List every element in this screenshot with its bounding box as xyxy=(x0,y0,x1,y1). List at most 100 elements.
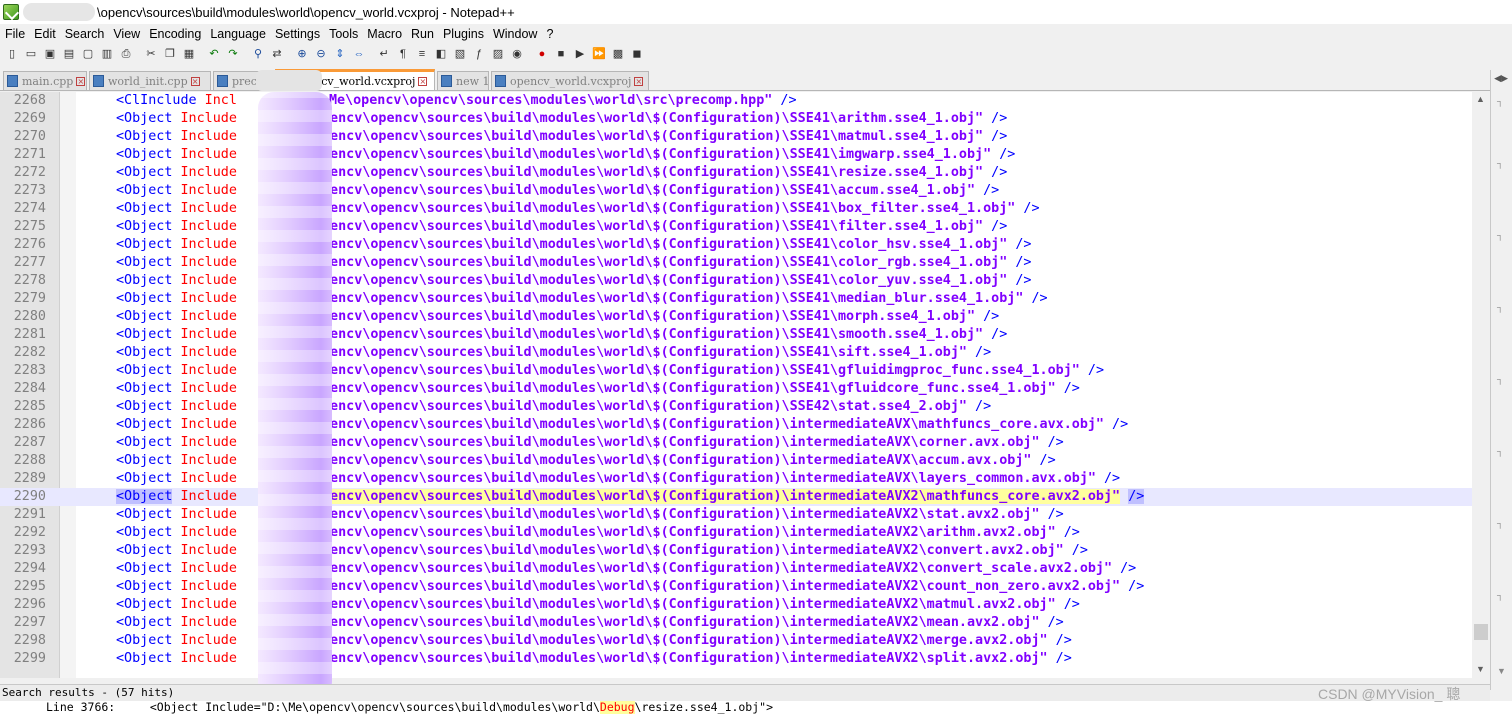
doc-map-icon[interactable]: ▧ xyxy=(452,46,468,62)
sync-h-icon[interactable]: ⇔ xyxy=(351,46,367,62)
menu-item-macro[interactable]: Macro xyxy=(367,27,402,41)
xml-attribute-value: opencv\opencv\sources\build\modules\worl… xyxy=(313,201,1016,216)
save-icon[interactable]: ▣ xyxy=(42,46,58,62)
tab-close-icon[interactable]: × xyxy=(190,76,200,86)
show-all-chars-icon[interactable]: ¶ xyxy=(395,46,411,62)
code-line[interactable]: 2297 <Object Include opencv\opencv\sources… xyxy=(0,614,1472,632)
menu-item-plugins[interactable]: Plugins xyxy=(443,27,484,41)
zoom-out-icon[interactable]: ⊖ xyxy=(313,46,329,62)
file-saved-icon xyxy=(7,75,18,87)
code-line[interactable]: 2296 <Object Include opencv\opencv\sources… xyxy=(0,596,1472,614)
code-line[interactable]: 2286 <Object Include opencv\opencv\sources… xyxy=(0,416,1472,434)
user-lang-icon[interactable]: ◧ xyxy=(433,46,449,62)
code-line[interactable]: 2274 <Object Include opencv\opencv\sources… xyxy=(0,200,1472,218)
npp-logo-icon[interactable]: ◼ xyxy=(629,46,645,62)
play-macro-icon[interactable]: ▶ xyxy=(572,46,588,62)
monitor-icon[interactable]: ◉ xyxy=(509,46,525,62)
code-line[interactable]: 2291 <Object Include opencv\opencv\sources… xyxy=(0,506,1472,524)
redo-icon[interactable]: ↷ xyxy=(225,46,241,62)
menu-item-search[interactable]: Search xyxy=(65,27,105,41)
panel-arrow-icon[interactable]: ▼ xyxy=(1497,666,1506,676)
menu-item-view[interactable]: View xyxy=(113,27,140,41)
code-line[interactable]: 2284 <Object Include opencv\opencv\sources… xyxy=(0,380,1472,398)
paste-icon[interactable]: ▦ xyxy=(181,46,197,62)
tab-2[interactable]: world_init.cpp × xyxy=(89,71,211,90)
tab-close-icon[interactable]: × xyxy=(76,76,86,86)
open-file-icon[interactable]: ▭ xyxy=(23,46,39,62)
right-docked-panel[interactable]: ▲ ┐ ┐ ┐ ┐ ┐ ┐ ┐ ┐ ▼ xyxy=(1490,70,1512,690)
scrollbar-thumb[interactable] xyxy=(1474,624,1488,640)
new-file-icon[interactable]: ▯ xyxy=(4,46,20,62)
code-line[interactable]: 2272 <Object Include opencv\opencv\sources… xyxy=(0,164,1472,182)
code-line[interactable]: 2294 <Object Include opencv\opencv\sources… xyxy=(0,560,1472,578)
code-line[interactable]: 2278 <Object Include opencv\opencv\sources… xyxy=(0,272,1472,290)
tab-close-icon[interactable]: × xyxy=(418,76,428,86)
result-text-suffix: \resize.sse4_1.obj"> xyxy=(634,701,773,714)
code-line[interactable]: 2295 <Object Include opencv\opencv\sources… xyxy=(0,578,1472,596)
editor-area[interactable]: 2268 <ClInclude Incl Me\opencv\opencv\sour… xyxy=(0,92,1490,678)
sync-v-icon[interactable]: ⇕ xyxy=(332,46,348,62)
code-line[interactable]: 2273 <Object Include opencv\opencv\sources… xyxy=(0,182,1472,200)
search-result-line[interactable]: Line 3766: <Object Include="D:\Me\opencv… xyxy=(0,701,1512,714)
tab-5[interactable]: new 1× xyxy=(437,71,489,90)
zoom-in-icon[interactable]: ⊕ xyxy=(294,46,310,62)
code-line-current[interactable]: 2290 <Object Include opencv\opencv\sources… xyxy=(0,488,1472,506)
record-macro-icon[interactable]: ● xyxy=(534,46,550,62)
code-line[interactable]: 2279 <Object Include opencv\opencv\sources… xyxy=(0,290,1472,308)
undo-icon[interactable]: ↶ xyxy=(206,46,222,62)
code-line[interactable]: 2293 <Object Include opencv\opencv\sources… xyxy=(0,542,1472,560)
code-line[interactable]: 2285 <Object Include opencv\opencv\sources… xyxy=(0,398,1472,416)
tab-6[interactable]: opencv_world.vcxproj × xyxy=(491,71,649,90)
menu-item-edit[interactable]: Edit xyxy=(34,27,56,41)
code-line[interactable]: 2283 <Object Include opencv\opencv\sources… xyxy=(0,362,1472,380)
menu-item-settings[interactable]: Settings xyxy=(275,27,320,41)
code-line[interactable]: 2277 <Object Include opencv\opencv\sources… xyxy=(0,254,1472,272)
tab-close-icon[interactable]: × xyxy=(634,76,644,86)
folder-workspace-icon[interactable]: ▨ xyxy=(490,46,506,62)
code-line[interactable]: 2281 <Object Include opencv\opencv\sources… xyxy=(0,326,1472,344)
code-line[interactable]: 2289 <Object Include opencv\opencv\sources… xyxy=(0,470,1472,488)
code-line[interactable]: 2268 <ClInclude Incl Me\opencv\opencv\sour… xyxy=(0,92,1472,110)
stop-record-icon[interactable]: ■ xyxy=(553,46,569,62)
code-line[interactable]: 2280 <Object Include opencv\opencv\sources… xyxy=(0,308,1472,326)
menu-item-language[interactable]: Language xyxy=(210,27,266,41)
word-wrap-icon[interactable]: ↵ xyxy=(376,46,392,62)
print-icon[interactable]: ⎙ xyxy=(118,46,134,62)
code-line[interactable]: 2282 <Object Include opencv\opencv\sources… xyxy=(0,344,1472,362)
indent-guide-icon[interactable]: ≡ xyxy=(414,46,430,62)
replace-icon[interactable]: ⇄ xyxy=(269,46,285,62)
scroll-up-arrow-icon[interactable]: ▲ xyxy=(1476,94,1485,104)
code-line[interactable]: 2292 <Object Include opencv\opencv\sources… xyxy=(0,524,1472,542)
tab-scroll-arrows-icon[interactable]: ◀▶ xyxy=(1494,73,1508,84)
code-line[interactable]: 2299 <Object Include opencv\opencv\sources… xyxy=(0,650,1472,668)
run-macro-multiple-icon[interactable]: ⏩ xyxy=(591,46,607,62)
function-list-icon[interactable]: ƒ xyxy=(471,46,487,62)
search-results-header[interactable]: Search results - (57 hits) xyxy=(0,684,1490,701)
menu-item-file[interactable]: File xyxy=(5,27,25,41)
code-line[interactable]: 2269 <Object Include opencv\opencv\sources… xyxy=(0,110,1472,128)
menu-item-run[interactable]: Run xyxy=(411,27,434,41)
close-icon[interactable]: ▢ xyxy=(80,46,96,62)
panel-tick-icon: ┐ xyxy=(1497,374,1504,384)
save-macro-icon[interactable]: ▩ xyxy=(610,46,626,62)
code-line[interactable]: 2287 <Object Include opencv\opencv\sources… xyxy=(0,434,1472,452)
tab-1[interactable]: main.cpp × xyxy=(3,71,87,90)
copy-icon[interactable]: ❐ xyxy=(162,46,178,62)
close-all-icon[interactable]: ▥ xyxy=(99,46,115,62)
code-line[interactable]: 2298 <Object Include opencv\opencv\sources… xyxy=(0,632,1472,650)
code-line[interactable]: 2275 <Object Include opencv\opencv\sources… xyxy=(0,218,1472,236)
menu-item-encoding[interactable]: Encoding xyxy=(149,27,201,41)
code-line[interactable]: 2270 <Object Include opencv\opencv\sources… xyxy=(0,128,1472,146)
code-line[interactable]: 2288 <Object Include opencv\opencv\sources… xyxy=(0,452,1472,470)
scroll-down-arrow-icon[interactable]: ▼ xyxy=(1476,664,1485,674)
code-line[interactable]: 2276 <Object Include opencv\opencv\sources… xyxy=(0,236,1472,254)
find-icon[interactable]: ⚲ xyxy=(250,46,266,62)
menu-item-window[interactable]: Window xyxy=(493,27,537,41)
cut-icon[interactable]: ✂ xyxy=(143,46,159,62)
vertical-scrollbar[interactable]: ▲ ▼ xyxy=(1472,92,1490,678)
menu-item-tools[interactable]: Tools xyxy=(329,27,358,41)
save-all-icon[interactable]: ▤ xyxy=(61,46,77,62)
menu-item-help[interactable]: ? xyxy=(546,27,553,41)
code-line[interactable]: 2271 <Object Include opencv\opencv\sources… xyxy=(0,146,1472,164)
notepad-plus-plus-icon xyxy=(3,4,19,20)
